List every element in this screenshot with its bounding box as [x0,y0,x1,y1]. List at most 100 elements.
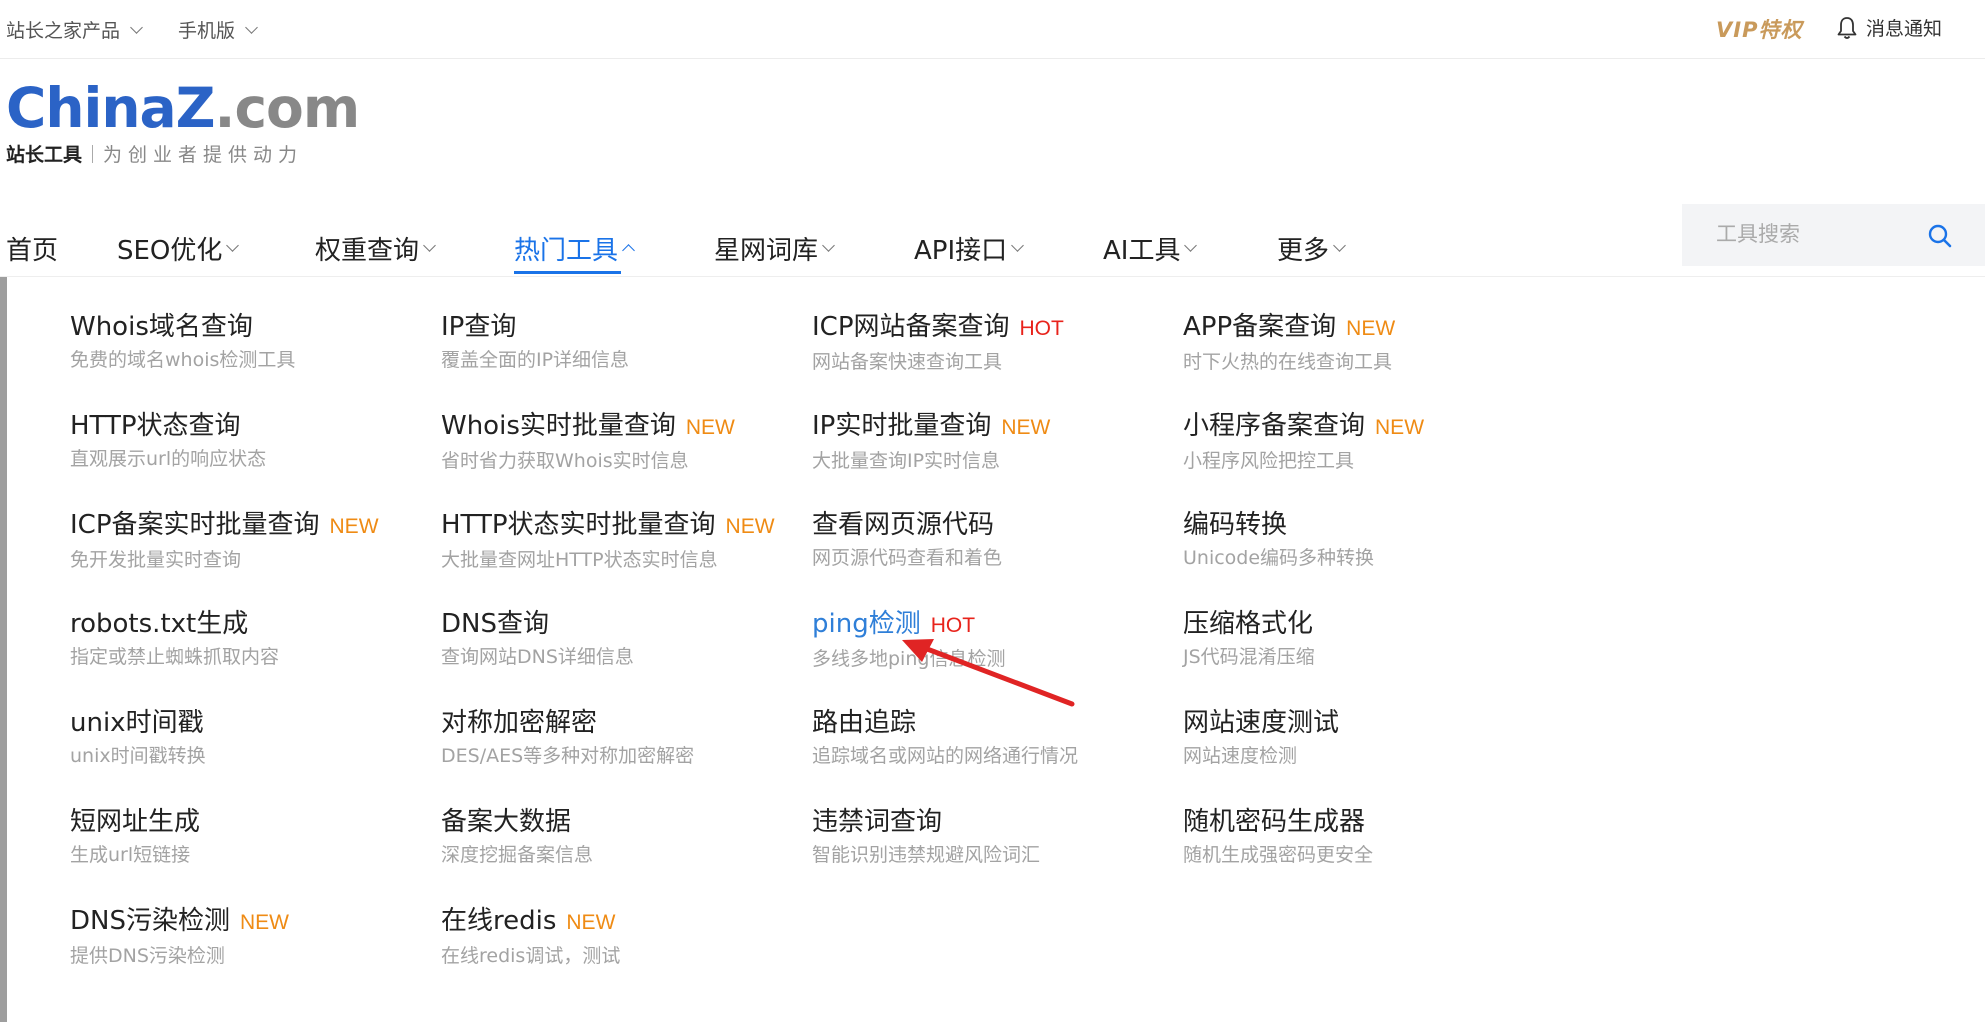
nav-item-lexicon[interactable]: 星网词库 [714,220,835,276]
notifications-link[interactable]: 消息通知 [1836,14,1942,41]
bell-icon [1837,16,1857,39]
tool-name-label: 编码转换 [1183,510,1288,540]
nav-item-more[interactable]: 更多 [1277,220,1346,276]
chevron-up-icon [622,244,635,257]
tool-item[interactable]: Whois域名查询免费的域名whois检测工具 [70,310,430,373]
tool-name: robots.txt生成 [70,607,430,641]
chevron-down-icon [245,20,258,34]
tool-name: ICP网站备案查询 HOT [812,310,1172,346]
chevron-down-icon [226,239,240,252]
nav-item-label: 热门工具 [514,235,619,266]
tool-name: 查看网页源代码 [812,508,1172,542]
tool-description: 小程序风险把控工具 [1183,450,1355,472]
tool-item[interactable]: IP查询覆盖全面的IP详细信息 [441,310,801,373]
tool-item[interactable]: ICP备案实时批量查询 NEW 免开发批量实时查询 [70,508,430,573]
mobile-menu[interactable]: 手机版 [178,16,258,43]
products-menu[interactable]: 站长之家产品 [6,16,143,43]
tool-description: 在线redis调试，测试 [441,945,621,967]
tool-name: 网站速度测试 [1183,706,1543,740]
tool-name-label: DNS查询 [441,609,549,639]
tool-description: 免开发批量实时查询 [70,549,242,571]
nav-item-hot-tools[interactable]: 热门工具 [514,220,635,276]
nav-item-api[interactable]: API接口 [914,220,1025,276]
tool-item[interactable]: HTTP状态查询 直观展示url的响应状态 [70,409,430,472]
tool-name: 对称加密解密 [441,706,801,740]
tool-name: 随机密码生成器 [1183,805,1543,839]
logo-wordmark: ChinaZ.com [6,76,361,140]
tool-name: 路由追踪 [812,706,1172,740]
nav-item-label: API接口 [914,235,1008,266]
tool-description: unix时间戳转换 [70,745,206,767]
site-logo[interactable]: ChinaZ.com 站长工具 为创业者提供动力 [6,76,361,167]
tool-item[interactable]: ICP网站备案查询 HOT 网站备案快速查询工具 [812,310,1172,375]
nav-item-label: SEO优化 [117,235,223,266]
tool-item[interactable]: 备案大数据 深度挖掘备案信息 [441,805,801,868]
tool-description: 提供DNS污染检测 [70,945,225,967]
tool-item[interactable]: 对称加密解密 DES/AES等多种对称加密解密 [441,706,801,769]
tool-item[interactable]: DNS查询 查询网站DNS详细信息 [441,607,801,670]
tool-description: 大批量查询IP实时信息 [812,450,1001,472]
tool-name-label: ICP网站备案查询 [812,312,1010,342]
tool-item[interactable]: 在线redis NEW 在线redis调试，测试 [441,904,801,969]
tool-item[interactable]: DNS污染检测 NEW 提供DNS污染检测 [70,904,430,969]
chevron-down-icon [1333,239,1346,252]
nav-item-label: AI工具 [1103,235,1181,266]
tool-description: 网站速度检测 [1183,745,1298,767]
tool-description: 网站备案快速查询工具 [812,351,1003,373]
tool-item[interactable]: HTTP状态实时批量查询 NEW 大批量查网址HTTP状态实时信息 [441,508,801,573]
tool-item[interactable]: 小程序备案查询 NEW 小程序风险把控工具 [1183,409,1543,474]
chevron-down-icon [1011,239,1025,252]
tool-item[interactable]: 编码转换 Unicode编码多种转换 [1183,508,1543,571]
logo-com: .com [214,76,361,140]
annotation-arrow [902,639,1075,707]
nav-item-label: 权重查询 [315,235,420,266]
tool-item[interactable]: robots.txt生成指定或禁止蜘蛛抓取内容 [70,607,430,670]
tool-name: ICP备案实时批量查询 NEW [70,508,430,544]
nav-item-home[interactable]: 首页 [6,220,58,276]
tool-item[interactable]: 网站速度测试网站速度检测 [1183,706,1543,769]
notifications-label: 消息通知 [1866,18,1943,40]
vip-link[interactable]: VIP特权 [1716,14,1802,44]
nav-item-seo[interactable]: SEO优化 [117,220,240,276]
new-badge: NEW [685,416,735,439]
logo-z: Z [175,76,216,140]
tool-name: 小程序备案查询 NEW [1183,409,1543,445]
tool-description: Unicode编码多种转换 [1183,547,1375,569]
search-icon[interactable] [1926,222,1954,250]
divider [0,58,1985,59]
tool-item[interactable]: 查看网页源代码网页源代码查看和着色 [812,508,1172,571]
tool-item[interactable]: 压缩格式化 JS代码混淆压缩 [1183,607,1543,670]
tool-item[interactable]: unix时间戳 unix时间戳转换 [70,706,430,769]
search-input[interactable] [1714,222,1918,248]
tool-description: 大批量查网址HTTP状态实时信息 [441,549,718,571]
tool-name-label: HTTP状态查询 [70,411,241,441]
tool-name: DNS查询 [441,607,801,641]
tool-name-label: IP查询 [441,312,517,342]
nav-item-weight[interactable]: 权重查询 [315,220,436,276]
tool-description: 指定或禁止蜘蛛抓取内容 [70,646,280,668]
nav-item-ai-tools[interactable]: AI工具 [1103,220,1198,276]
tool-item[interactable]: 随机密码生成器 随机生成强密码更安全 [1183,805,1543,868]
tool-name: APP备案查询 NEW [1183,310,1543,346]
tool-description: JS代码混淆压缩 [1183,646,1315,668]
tool-item[interactable]: 短网址生成 生成url短链接 [70,805,430,868]
tool-name: 备案大数据 [441,805,801,839]
tool-description: 覆盖全面的IP详细信息 [441,349,630,371]
new-badge: NEW [1375,416,1425,439]
tool-name: Whois实时批量查询 NEW [441,409,801,445]
tool-item[interactable]: APP备案查询 NEW 时下火热的在线查询工具 [1183,310,1543,375]
tool-name-label: 在线redis [441,906,557,936]
tool-description: 免费的域名whois检测工具 [70,349,296,371]
tool-item[interactable]: 路由追踪 追踪域名或网站的网络通行情况 [812,706,1172,769]
tool-description: 网页源代码查看和着色 [812,547,1003,569]
tool-item[interactable]: IP实时批量查询 NEW 大批量查询IP实时信息 [812,409,1172,474]
tool-name-label: Whois域名查询 [70,312,253,342]
tool-description: DES/AES等多种对称加密解密 [441,745,695,767]
mobile-label: 手机版 [178,20,236,42]
new-badge: NEW [239,911,289,934]
tool-name-label: 备案大数据 [441,807,572,837]
scrollbar[interactable] [0,277,7,1022]
tool-item[interactable]: Whois实时批量查询 NEW 省时省力获取Whois实时信息 [441,409,801,474]
top-bar: 站长之家产品 手机版 VIP特权 消息通知 [0,0,1985,58]
tool-item[interactable]: 违禁词查询 智能识别违禁规避风险词汇 [812,805,1172,868]
